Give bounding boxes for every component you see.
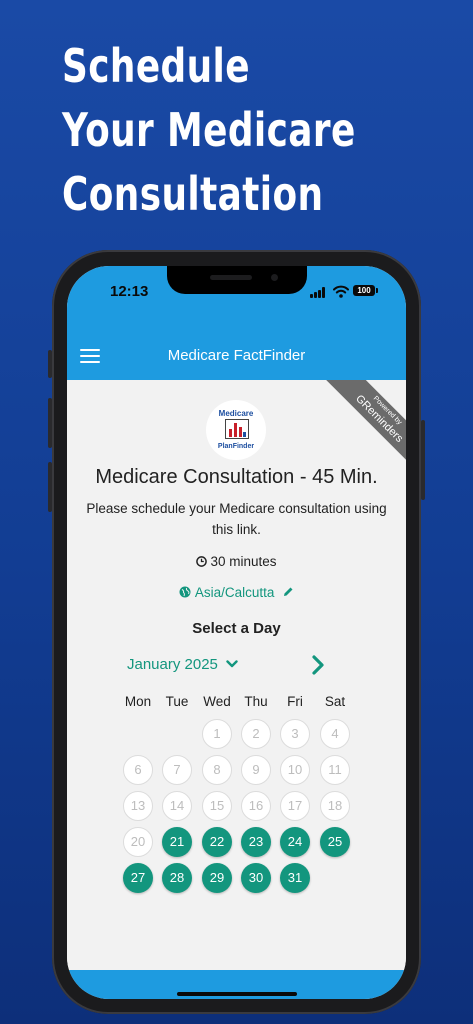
calendar-day-unavailable: 20 — [123, 827, 153, 857]
status-time: 12:13 — [110, 283, 149, 300]
calendar-day-unavailable: 3 — [280, 719, 310, 749]
booking-content: Powered by GReminders Medicare PlanFinde… — [67, 380, 406, 970]
event-title: Medicare Consultation - 45 Min. — [95, 466, 378, 488]
calendar-day-unavailable: 17 — [280, 791, 310, 821]
mute-switch — [48, 350, 52, 378]
weekday-tue: Tue — [165, 694, 189, 709]
timezone-label: Asia/Calcutta — [194, 585, 275, 600]
wifi-icon — [333, 285, 349, 298]
duration-label: 30 minutes — [210, 554, 277, 569]
home-indicator[interactable] — [177, 992, 297, 996]
logo-bottom-text: PlanFinder — [217, 443, 255, 450]
event-description: Please schedule your Medicare consultati… — [86, 501, 387, 537]
event-duration: 30 minutes — [67, 554, 406, 569]
logo-bar-chart-icon — [225, 419, 249, 439]
weekday-thu: Thu — [244, 694, 268, 709]
calendar-day-available[interactable]: 23 — [241, 827, 271, 857]
chevron-down-icon — [226, 660, 238, 668]
battery-icon: 100 — [353, 285, 378, 296]
company-logo: Medicare PlanFinder — [206, 400, 266, 460]
weekday-mon: Mon — [124, 694, 152, 709]
signal-icon — [310, 287, 328, 298]
calendar-day-unavailable: 11 — [320, 755, 350, 785]
calendar-day-available[interactable]: 30 — [241, 863, 271, 893]
weekday-sat: Sat — [324, 694, 346, 709]
status-bar: 12:13 100 — [67, 266, 406, 332]
month-dropdown[interactable]: January 2025 — [127, 656, 238, 673]
calendar-day-unavailable: 10 — [280, 755, 310, 785]
headline-line-3: Consultation — [62, 167, 324, 221]
calendar-day-available[interactable]: 25 — [320, 827, 350, 857]
front-camera — [271, 274, 278, 281]
app-title: Medicare FactFinder — [167, 347, 306, 364]
calendar-day-unavailable: 15 — [202, 791, 232, 821]
headline-line-1: Schedule — [62, 39, 250, 93]
calendar-day-available[interactable]: 24 — [280, 827, 310, 857]
select-day-heading: Select a Day — [192, 620, 281, 637]
speaker-grille — [210, 275, 252, 280]
next-month-chevron-icon[interactable] — [307, 654, 329, 676]
logo-top-text: Medicare — [218, 409, 254, 418]
headline-line-2: Your Medicare — [62, 103, 356, 157]
calendar-day-unavailable: 8 — [202, 755, 232, 785]
notch — [167, 266, 307, 294]
calendar-day-unavailable: 7 — [162, 755, 192, 785]
side-button — [421, 420, 425, 500]
calendar-day-unavailable: 4 — [320, 719, 350, 749]
powered-by-ribbon[interactable]: Powered by GReminders — [316, 380, 406, 470]
weekday-wed: Wed — [203, 694, 231, 709]
pencil-edit-icon — [284, 587, 293, 596]
calendar-day-available[interactable]: 27 — [123, 863, 153, 893]
calendar-day-available[interactable]: 21 — [162, 827, 192, 857]
calendar-day-unavailable: 1 — [202, 719, 232, 749]
clock-icon — [196, 556, 208, 567]
volume-down-button — [48, 462, 52, 512]
calendar-day-unavailable: 16 — [241, 791, 271, 821]
calendar-day-available[interactable]: 29 — [202, 863, 232, 893]
month-label: January 2025 — [127, 656, 218, 673]
calendar-day-unavailable: 18 — [320, 791, 350, 821]
phone-screen: 12:13 100 Medicare FactFinder Powered by — [67, 266, 406, 999]
volume-up-button — [48, 398, 52, 448]
calendar-day-unavailable: 9 — [241, 755, 271, 785]
app-bar: Medicare FactFinder — [67, 332, 406, 380]
timezone-selector[interactable]: Asia/Calcutta — [67, 585, 406, 600]
calendar-day-available[interactable]: 22 — [202, 827, 232, 857]
weekday-fri: Fri — [287, 694, 303, 709]
calendar-day-unavailable: 2 — [241, 719, 271, 749]
calendar-day-unavailable: 6 — [123, 755, 153, 785]
calendar-day-unavailable: 13 — [123, 791, 153, 821]
globe-icon — [179, 586, 191, 598]
promo-headline: Schedule Your Medicare Consultation — [62, 34, 374, 226]
calendar-day-available[interactable]: 28 — [162, 863, 192, 893]
calendar-day-unavailable: 14 — [162, 791, 192, 821]
calendar-day-available[interactable]: 31 — [280, 863, 310, 893]
